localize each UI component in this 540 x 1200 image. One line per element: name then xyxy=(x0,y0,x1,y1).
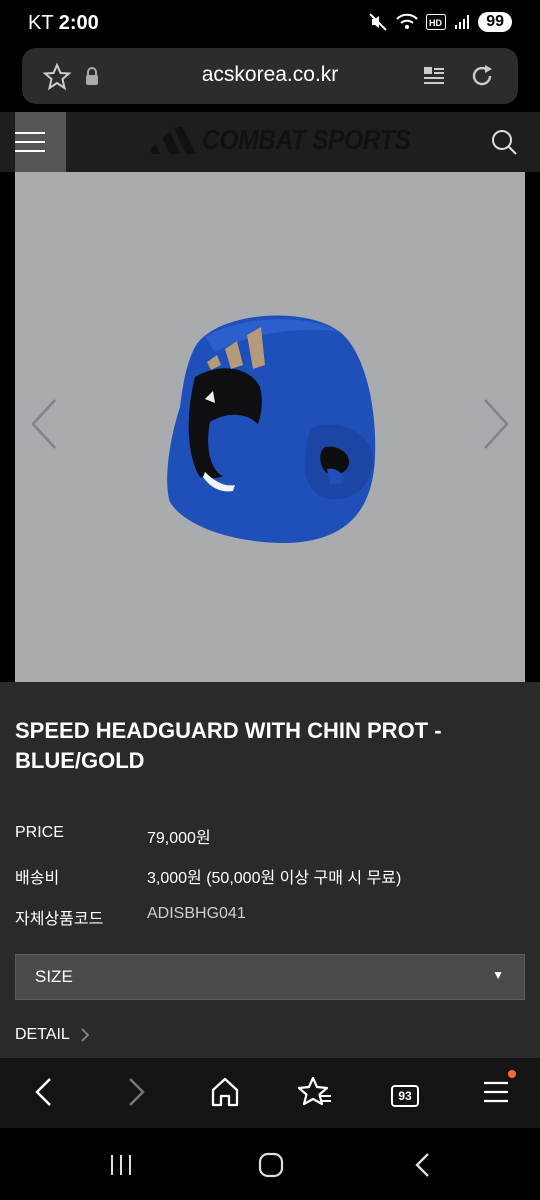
search-icon[interactable] xyxy=(490,128,518,156)
reader-mode-icon[interactable] xyxy=(422,64,446,88)
detail-link-label: DETAIL xyxy=(15,1026,70,1043)
bookmarks-icon[interactable] xyxy=(297,1074,333,1110)
svg-text:HD: HD xyxy=(429,18,442,28)
detail-link[interactable]: DETAIL xyxy=(15,1026,90,1044)
carrier-label: KT xyxy=(28,12,54,34)
hd-icon: HD xyxy=(426,14,447,30)
price-label: PRICE xyxy=(15,824,64,841)
browser-menu-icon[interactable] xyxy=(478,1070,516,1110)
home-button-icon[interactable] xyxy=(256,1150,286,1180)
brand-logo[interactable]: COMBAT SPORTS xyxy=(150,124,439,156)
size-dropdown-label: SIZE xyxy=(35,967,73,986)
mute-icon xyxy=(369,13,387,31)
site-header: COMBAT SPORTS xyxy=(0,112,540,172)
caret-down-icon: ▼ xyxy=(492,968,504,982)
wifi-icon xyxy=(396,13,418,29)
tabs-count: 93 xyxy=(391,1085,419,1107)
shipping-value: 3,000원 (50,000원 이상 구매 시 무료) xyxy=(147,870,402,887)
signal-icon xyxy=(455,15,470,29)
battery-indicator: 99 xyxy=(478,12,512,32)
battery-level: 99 xyxy=(486,13,504,30)
chevron-right-icon[interactable] xyxy=(481,398,511,450)
forward-icon[interactable] xyxy=(118,1074,154,1110)
system-back-icon[interactable] xyxy=(408,1150,438,1180)
shipping-label: 배송비 xyxy=(15,870,60,887)
tabs-icon[interactable]: 93 xyxy=(386,1074,422,1110)
price-value: 79,000원 xyxy=(147,830,211,847)
product-details: SPEED HEADGUARD WITH CHIN PROT - BLUE/GO… xyxy=(0,682,540,1058)
product-title: SPEED HEADGUARD WITH CHIN PROT - BLUE/GO… xyxy=(15,718,442,773)
recent-apps-icon[interactable] xyxy=(106,1150,136,1180)
status-carrier-time: KT 2:00 xyxy=(28,12,99,35)
browser-address-area: acskorea.co.kr xyxy=(0,40,540,112)
brand-name: COMBAT SPORTS xyxy=(202,124,411,155)
product-image-gallery[interactable] xyxy=(15,172,525,682)
status-icons: HD 99 xyxy=(368,12,512,32)
hamburger-menu-icon[interactable] xyxy=(15,112,66,172)
address-bar[interactable]: acskorea.co.kr xyxy=(22,48,518,104)
back-icon[interactable] xyxy=(26,1074,62,1110)
size-dropdown[interactable]: SIZE ▼ xyxy=(15,954,525,1000)
refresh-icon[interactable] xyxy=(468,62,496,90)
adidas-logo-icon xyxy=(150,126,196,154)
notification-dot xyxy=(508,1070,516,1078)
chevron-left-icon[interactable] xyxy=(29,398,59,450)
product-code-label: 자체상품코드 xyxy=(15,911,104,928)
product-code-value: ADISBHG041 xyxy=(147,905,246,922)
headguard-product-image xyxy=(167,315,376,543)
system-navigation-bar xyxy=(0,1128,540,1200)
chevron-right-small-icon xyxy=(81,1028,90,1042)
browser-toolbar: 93 xyxy=(0,1058,540,1128)
clock: 2:00 xyxy=(58,12,99,34)
home-icon[interactable] xyxy=(207,1074,243,1110)
